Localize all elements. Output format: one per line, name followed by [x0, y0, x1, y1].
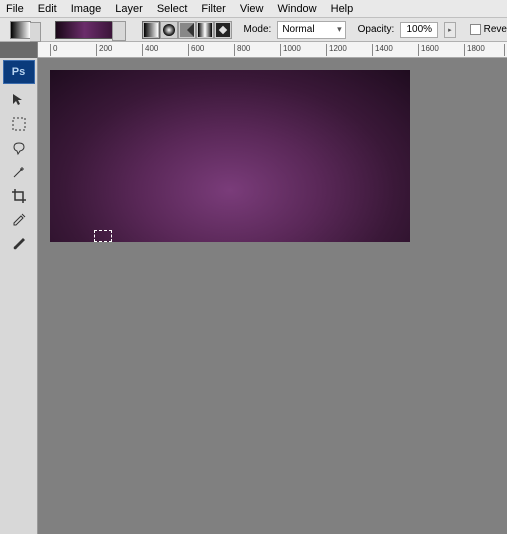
- opacity-label: Opacity:: [358, 24, 395, 35]
- foreground-swatch[interactable]: [10, 21, 31, 39]
- gradient-radial-button[interactable]: [160, 21, 178, 39]
- gradient-linear-button[interactable]: [142, 21, 160, 39]
- reverse-checkbox-group[interactable]: Reve: [470, 24, 507, 35]
- menu-filter[interactable]: Filter: [201, 3, 225, 15]
- document-canvas[interactable]: [50, 70, 410, 242]
- menu-edit[interactable]: Edit: [38, 3, 57, 15]
- menu-file[interactable]: File: [6, 3, 24, 15]
- canvas-viewport[interactable]: [38, 58, 507, 534]
- gradient-diamond-button[interactable]: [214, 21, 232, 39]
- workspace: Ps: [0, 58, 507, 534]
- brush-tool[interactable]: [6, 233, 32, 255]
- ruler-tick: 800: [234, 44, 250, 56]
- app-logo: Ps: [3, 60, 35, 84]
- wand-tool[interactable]: [6, 161, 32, 183]
- lasso-tool[interactable]: [6, 137, 32, 159]
- crop-tool[interactable]: [6, 185, 32, 207]
- tools-panel: Ps: [0, 58, 38, 534]
- menu-window[interactable]: Window: [278, 3, 317, 15]
- menu-bar: File Edit Image Layer Select Filter View…: [0, 0, 507, 18]
- mode-dropdown[interactable]: Normal: [277, 21, 345, 39]
- menu-layer[interactable]: Layer: [115, 3, 143, 15]
- ruler-tick: 1600: [418, 44, 439, 56]
- reverse-label: Reve: [484, 24, 507, 35]
- gradient-reflected-button[interactable]: [196, 21, 214, 39]
- ruler-tick: 200: [96, 44, 112, 56]
- gradient-preview[interactable]: [55, 21, 114, 39]
- menu-help[interactable]: Help: [331, 3, 354, 15]
- mode-value: Normal: [282, 24, 314, 35]
- ruler-tick: 400: [142, 44, 158, 56]
- opacity-input[interactable]: 100%: [400, 22, 438, 38]
- menu-image[interactable]: Image: [71, 3, 102, 15]
- ruler-tick: 600: [188, 44, 204, 56]
- ruler-tick: 0: [50, 44, 57, 56]
- gradient-angle-button[interactable]: [178, 21, 196, 39]
- reverse-checkbox[interactable]: [470, 24, 481, 35]
- menu-view[interactable]: View: [240, 3, 264, 15]
- opacity-flyout-button[interactable]: ▸: [444, 22, 455, 38]
- move-tool[interactable]: [6, 89, 32, 111]
- ruler-tick: 1400: [372, 44, 393, 56]
- horizontal-ruler: 0 200 400 600 800 1000 1200 1400 1600 18…: [0, 42, 507, 58]
- selection-marquee: [94, 230, 112, 242]
- ruler-tick: 1000: [280, 44, 301, 56]
- ruler-tick: 1800: [464, 44, 485, 56]
- eyedropper-tool[interactable]: [6, 209, 32, 231]
- menu-select[interactable]: Select: [157, 3, 188, 15]
- ruler-origin[interactable]: [0, 42, 38, 58]
- mode-label: Mode:: [244, 24, 272, 35]
- ruler-tick: 1200: [326, 44, 347, 56]
- marquee-tool[interactable]: [6, 113, 32, 135]
- options-bar: Mode: Normal Opacity: 100% ▸ Reve: [0, 18, 507, 42]
- gradient-type-group: [142, 21, 232, 39]
